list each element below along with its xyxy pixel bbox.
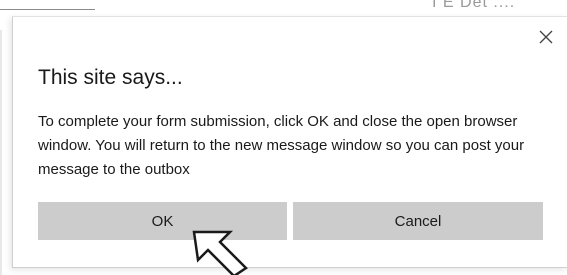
close-icon (539, 30, 553, 44)
cancel-button[interactable]: Cancel (293, 202, 543, 240)
alert-dialog: This site says... To complete your form … (12, 16, 567, 268)
dialog-title: This site says... (38, 66, 183, 89)
background-left-edge (0, 30, 2, 275)
background-text-fragment: I E Det .... (432, 0, 516, 11)
arrow-cursor-icon (192, 230, 248, 275)
close-button[interactable] (534, 25, 558, 49)
background-divider (0, 9, 95, 10)
browser-page: I E Det .... This site says... To comple… (0, 0, 567, 275)
dialog-message: To complete your form submission, click … (38, 113, 525, 178)
